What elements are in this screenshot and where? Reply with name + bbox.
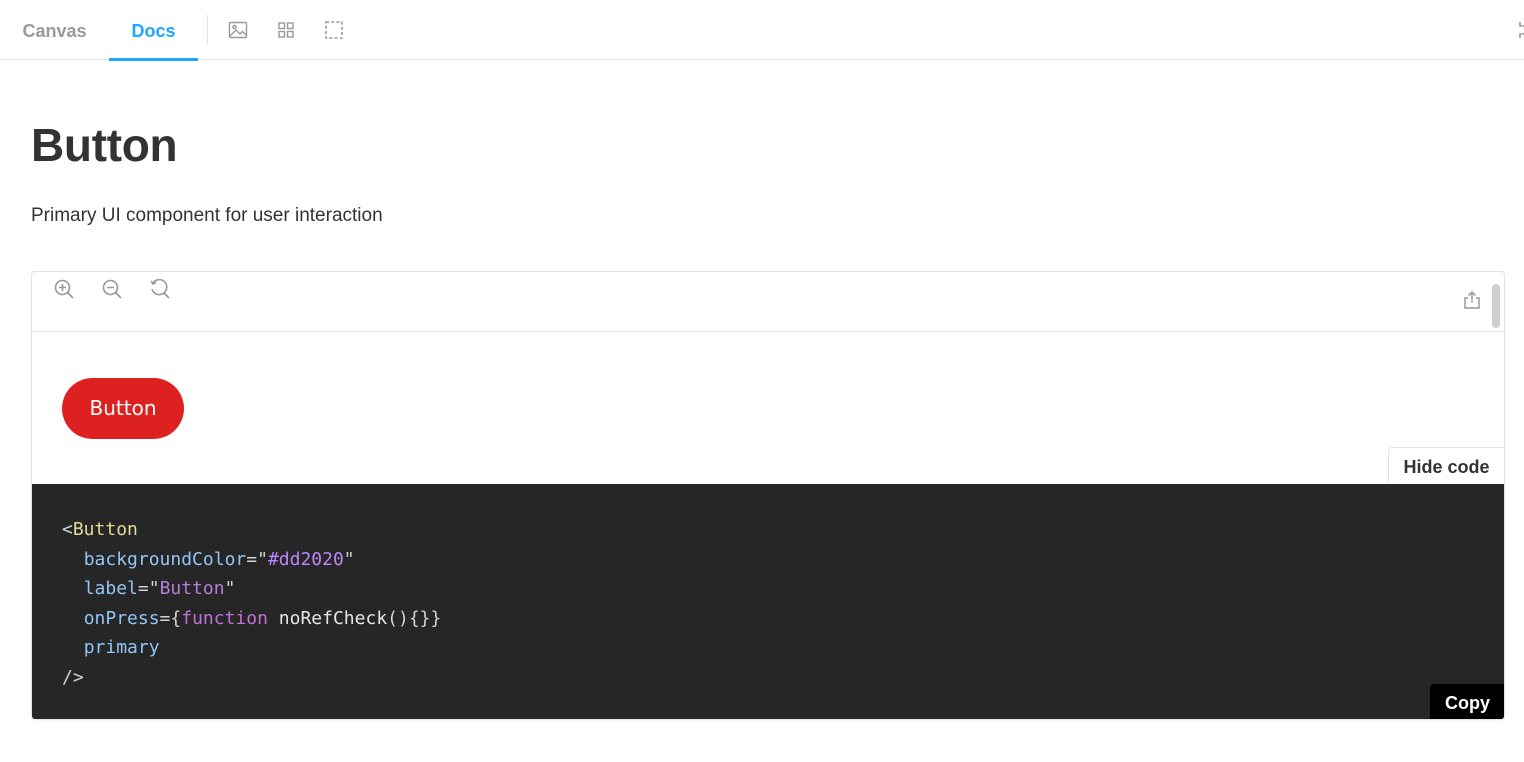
story-preview: Button Hide code <Button backgroundColor… [31, 271, 1505, 720]
code-token: " [343, 548, 355, 570]
tab-docs[interactable]: Docs [109, 0, 198, 61]
code-token: primary [83, 637, 160, 659]
code-token: " [148, 578, 160, 600]
toolbar-divider [207, 15, 208, 45]
code-token: = [137, 578, 149, 600]
story-button[interactable]: Button [62, 378, 184, 439]
code-token: " [257, 548, 268, 570]
code-token: = [246, 548, 258, 570]
share-icon[interactable] [1462, 290, 1482, 310]
hide-code-button[interactable]: Hide code [1388, 447, 1504, 487]
outline-icon[interactable] [324, 20, 344, 40]
code-token: /> [62, 666, 84, 688]
zoom-in-icon[interactable] [52, 277, 76, 301]
reset-zoom-icon[interactable] [148, 277, 172, 301]
page-title: Button [31, 119, 178, 171]
code-token: ={ [159, 607, 182, 629]
code-token: #dd2020 [267, 548, 344, 570]
code-token: backgroundColor [83, 548, 247, 570]
code-token: function [181, 607, 268, 629]
code-token: < [62, 519, 73, 540]
code-token: onPress [83, 607, 160, 629]
grid-icon[interactable] [276, 20, 296, 40]
code-token: " [224, 578, 236, 600]
copy-button[interactable]: Copy [1430, 684, 1504, 719]
code-snippet: <Button backgroundColor="#dd2020" label=… [62, 515, 441, 693]
zoom-out-icon[interactable] [100, 277, 124, 301]
code-token: Button [159, 578, 225, 600]
tab-canvas[interactable]: Canvas [0, 0, 109, 60]
story-canvas: Button [32, 333, 1504, 484]
code-token: (){}} [387, 607, 442, 629]
code-token: Button [72, 519, 138, 540]
preview-toolbar [32, 272, 1504, 332]
preview-scrollbar[interactable] [1492, 284, 1500, 328]
code-block: <Button backgroundColor="#dd2020" label=… [32, 484, 1504, 719]
image-icon[interactable] [228, 20, 248, 40]
code-token: noRefCheck [278, 607, 388, 629]
fullscreen-icon[interactable] [1516, 20, 1524, 40]
code-token: label [83, 578, 138, 600]
component-description: Primary UI component for user interactio… [31, 205, 383, 226]
top-toolbar: Canvas Docs [0, 0, 1524, 61]
